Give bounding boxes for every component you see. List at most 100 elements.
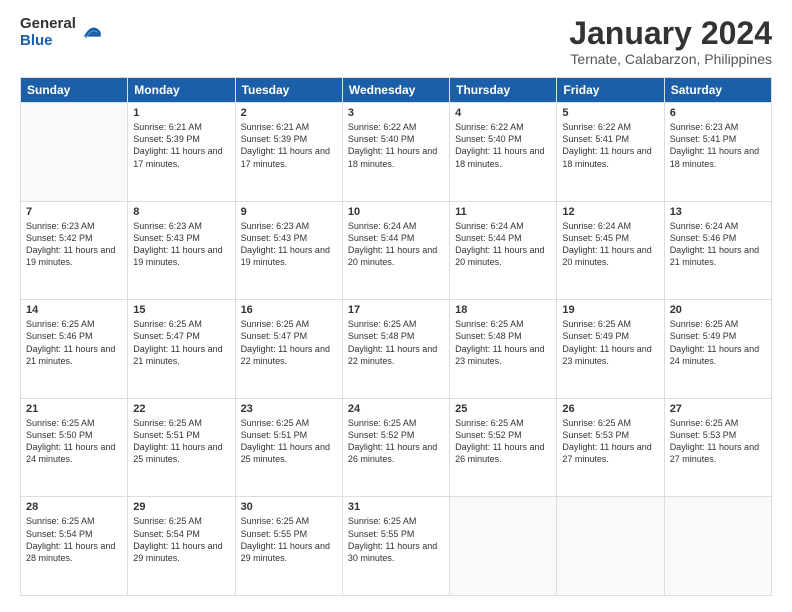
day-number: 2 [241, 107, 337, 119]
header-saturday: Saturday [664, 78, 771, 103]
day-cell-0-2: 2 Sunrise: 6:21 AMSunset: 5:39 PMDaylight… [235, 103, 342, 202]
day-info: Sunrise: 6:25 AMSunset: 5:54 PMDaylight:… [133, 515, 229, 564]
day-cell-4-4 [450, 497, 557, 596]
day-info: Sunrise: 6:25 AMSunset: 5:49 PMDaylight:… [562, 318, 658, 367]
day-cell-2-5: 19 Sunrise: 6:25 AMSunset: 5:49 PMDayligh… [557, 300, 664, 399]
day-cell-0-6: 6Sunrise: 6:23 AMSunset: 5:41 PMDaylight… [664, 103, 771, 202]
day-cell-1-3: 10 Sunrise: 6:24 AMSunset: 5:44 PMDayligh… [342, 201, 449, 300]
day-cell-3-6: 27 Sunrise: 6:25 AMSunset: 5:53 PMDayligh… [664, 398, 771, 497]
logo-general: General [20, 16, 76, 33]
day-number: 6 [670, 107, 766, 119]
day-number: 23 [241, 403, 337, 415]
day-number: 31 [348, 501, 444, 513]
day-number: 14 [26, 304, 122, 316]
day-info: Sunrise: 6:25 AMSunset: 5:46 PMDaylight:… [26, 318, 122, 367]
day-info: Sunrise: 6:25 AMSunset: 5:47 PMDaylight:… [241, 318, 337, 367]
day-number: 4 [455, 107, 551, 119]
day-number: 5 [562, 107, 658, 119]
day-info: Sunrise: 6:25 AMSunset: 5:48 PMDaylight:… [455, 318, 551, 367]
day-info: Sunrise: 6:21 AMSunset: 5:39 PMDaylight:… [241, 121, 337, 170]
header-wednesday: Wednesday [342, 78, 449, 103]
logo: General Blue [20, 16, 102, 49]
day-number: 25 [455, 403, 551, 415]
day-number: 15 [133, 304, 229, 316]
day-number: 22 [133, 403, 229, 415]
day-cell-3-4: 25 Sunrise: 6:25 AMSunset: 5:52 PMDayligh… [450, 398, 557, 497]
logo-text: General Blue [20, 16, 76, 49]
day-number: 19 [562, 304, 658, 316]
day-cell-1-5: 12Sunrise: 6:24 AMSunset: 5:45 PMDayligh… [557, 201, 664, 300]
day-info: Sunrise: 6:22 AMSunset: 5:40 PMDaylight:… [348, 121, 444, 170]
day-info: Sunrise: 6:22 AMSunset: 5:40 PMDaylight:… [455, 121, 551, 170]
day-cell-2-4: 18Sunrise: 6:25 AMSunset: 5:48 PMDayligh… [450, 300, 557, 399]
week-row-5: 28 Sunrise: 6:25 AMSunset: 5:54 PMDayligh… [21, 497, 772, 596]
calendar-table: Sunday Monday Tuesday Wednesday Thursday… [20, 77, 772, 596]
day-cell-1-0: 7Sunrise: 6:23 AMSunset: 5:42 PMDaylight… [21, 201, 128, 300]
day-number: 17 [348, 304, 444, 316]
day-cell-1-4: 11 Sunrise: 6:24 AMSunset: 5:44 PMDayligh… [450, 201, 557, 300]
day-cell-3-0: 21 Sunrise: 6:25 AMSunset: 5:50 PMDayligh… [21, 398, 128, 497]
calendar-subtitle: Ternate, Calabarzon, Philippines [569, 51, 772, 67]
week-row-1: 1 Sunrise: 6:21 AMSunset: 5:39 PMDaylight… [21, 103, 772, 202]
day-info: Sunrise: 6:25 AMSunset: 5:51 PMDaylight:… [241, 417, 337, 466]
day-number: 24 [348, 403, 444, 415]
day-cell-0-3: 3 Sunrise: 6:22 AMSunset: 5:40 PMDaylight… [342, 103, 449, 202]
day-number: 20 [670, 304, 766, 316]
day-info: Sunrise: 6:21 AMSunset: 5:39 PMDaylight:… [133, 121, 229, 170]
day-cell-4-6 [664, 497, 771, 596]
title-block: January 2024 Ternate, Calabarzon, Philip… [569, 16, 772, 67]
day-cell-4-2: 30 Sunrise: 6:25 AMSunset: 5:55 PMDayligh… [235, 497, 342, 596]
day-info: Sunrise: 6:22 AMSunset: 5:41 PMDaylight:… [562, 121, 658, 170]
week-row-4: 21 Sunrise: 6:25 AMSunset: 5:50 PMDayligh… [21, 398, 772, 497]
day-number: 3 [348, 107, 444, 119]
day-cell-3-1: 22Sunrise: 6:25 AMSunset: 5:51 PMDayligh… [128, 398, 235, 497]
day-info: Sunrise: 6:25 AMSunset: 5:54 PMDaylight:… [26, 515, 122, 564]
header: General Blue January 2024 Ternate, Calab… [20, 16, 772, 67]
day-cell-4-3: 31Sunrise: 6:25 AMSunset: 5:55 PMDayligh… [342, 497, 449, 596]
day-number: 21 [26, 403, 122, 415]
header-tuesday: Tuesday [235, 78, 342, 103]
header-sunday: Sunday [21, 78, 128, 103]
day-number: 16 [241, 304, 337, 316]
day-cell-0-4: 4 Sunrise: 6:22 AMSunset: 5:40 PMDaylight… [450, 103, 557, 202]
day-number: 27 [670, 403, 766, 415]
day-info: Sunrise: 6:25 AMSunset: 5:49 PMDaylight:… [670, 318, 766, 367]
day-number: 30 [241, 501, 337, 513]
week-row-3: 14 Sunrise: 6:25 AMSunset: 5:46 PMDayligh… [21, 300, 772, 399]
day-number: 8 [133, 206, 229, 218]
day-cell-4-5 [557, 497, 664, 596]
logo-icon [80, 22, 102, 44]
day-number: 13 [670, 206, 766, 218]
day-info: Sunrise: 6:24 AMSunset: 5:44 PMDaylight:… [348, 220, 444, 269]
day-cell-2-2: 16 Sunrise: 6:25 AMSunset: 5:47 PMDayligh… [235, 300, 342, 399]
day-number: 29 [133, 501, 229, 513]
day-cell-2-1: 15 Sunrise: 6:25 AMSunset: 5:47 PMDayligh… [128, 300, 235, 399]
day-info: Sunrise: 6:25 AMSunset: 5:55 PMDaylight:… [241, 515, 337, 564]
week-row-2: 7Sunrise: 6:23 AMSunset: 5:42 PMDaylight… [21, 201, 772, 300]
day-cell-1-2: 9Sunrise: 6:23 AMSunset: 5:43 PMDaylight… [235, 201, 342, 300]
day-info: Sunrise: 6:24 AMSunset: 5:44 PMDaylight:… [455, 220, 551, 269]
calendar-title: January 2024 [569, 16, 772, 51]
day-number: 28 [26, 501, 122, 513]
day-number: 11 [455, 206, 551, 218]
day-cell-0-1: 1 Sunrise: 6:21 AMSunset: 5:39 PMDaylight… [128, 103, 235, 202]
header-friday: Friday [557, 78, 664, 103]
page: General Blue January 2024 Ternate, Calab… [0, 0, 792, 612]
day-cell-0-5: 5 Sunrise: 6:22 AMSunset: 5:41 PMDaylight… [557, 103, 664, 202]
logo-blue: Blue [20, 33, 76, 50]
day-info: Sunrise: 6:25 AMSunset: 5:50 PMDaylight:… [26, 417, 122, 466]
day-number: 10 [348, 206, 444, 218]
day-cell-3-3: 24Sunrise: 6:25 AMSunset: 5:52 PMDayligh… [342, 398, 449, 497]
day-cell-2-0: 14 Sunrise: 6:25 AMSunset: 5:46 PMDayligh… [21, 300, 128, 399]
day-number: 1 [133, 107, 229, 119]
day-number: 12 [562, 206, 658, 218]
day-info: Sunrise: 6:25 AMSunset: 5:47 PMDaylight:… [133, 318, 229, 367]
day-info: Sunrise: 6:25 AMSunset: 5:52 PMDaylight:… [455, 417, 551, 466]
day-info: Sunrise: 6:23 AMSunset: 5:43 PMDaylight:… [241, 220, 337, 269]
day-cell-4-0: 28 Sunrise: 6:25 AMSunset: 5:54 PMDayligh… [21, 497, 128, 596]
header-monday: Monday [128, 78, 235, 103]
day-cell-2-6: 20 Sunrise: 6:25 AMSunset: 5:49 PMDayligh… [664, 300, 771, 399]
day-info: Sunrise: 6:25 AMSunset: 5:53 PMDaylight:… [670, 417, 766, 466]
day-info: Sunrise: 6:23 AMSunset: 5:42 PMDaylight:… [26, 220, 122, 269]
day-info: Sunrise: 6:25 AMSunset: 5:53 PMDaylight:… [562, 417, 658, 466]
